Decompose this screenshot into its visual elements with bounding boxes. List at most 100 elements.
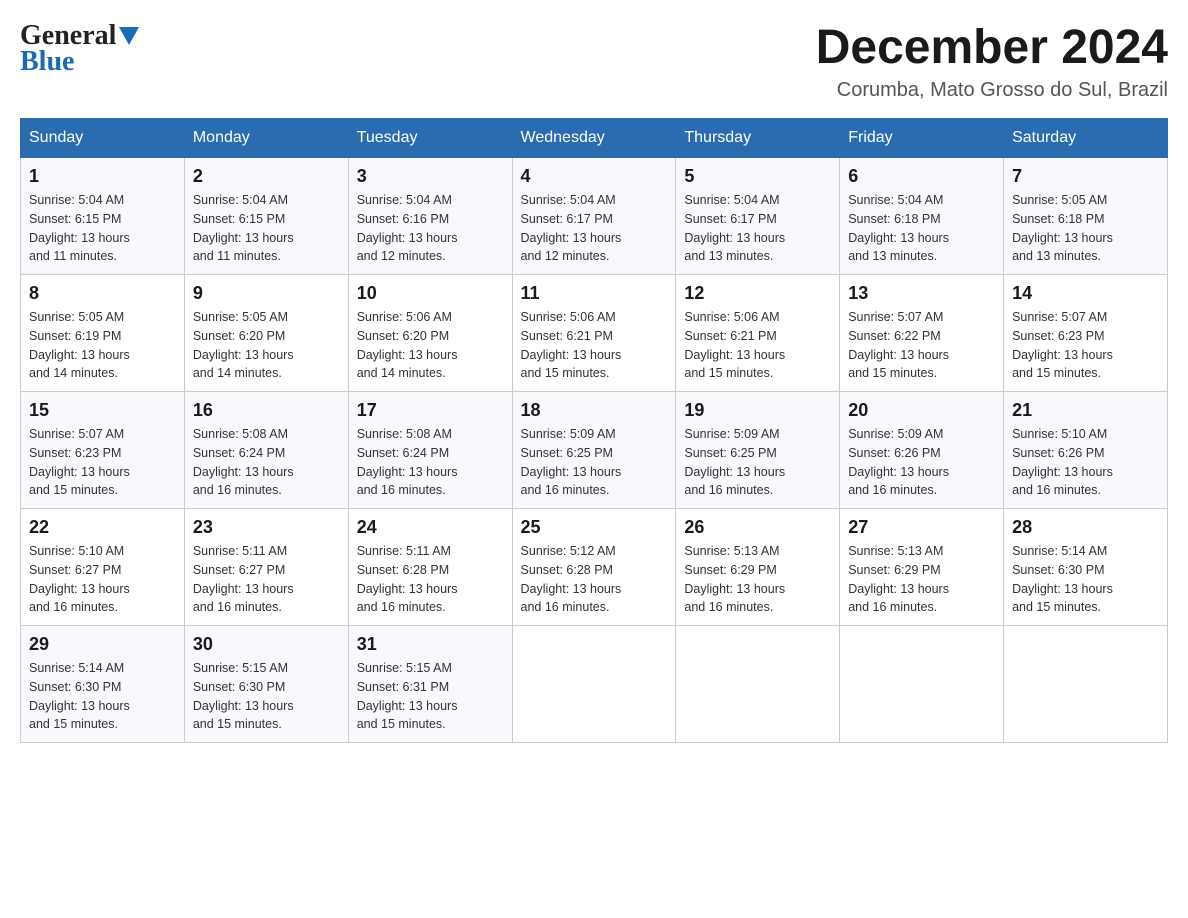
day-number: 12 bbox=[684, 283, 831, 304]
table-row: 14 Sunrise: 5:07 AMSunset: 6:23 PMDaylig… bbox=[1004, 275, 1168, 392]
day-number: 6 bbox=[848, 166, 995, 187]
day-info: Sunrise: 5:05 AMSunset: 6:19 PMDaylight:… bbox=[29, 308, 176, 383]
day-info: Sunrise: 5:05 AMSunset: 6:18 PMDaylight:… bbox=[1012, 191, 1159, 266]
day-info: Sunrise: 5:09 AMSunset: 6:25 PMDaylight:… bbox=[521, 425, 668, 500]
day-info: Sunrise: 5:04 AMSunset: 6:18 PMDaylight:… bbox=[848, 191, 995, 266]
col-monday: Monday bbox=[184, 119, 348, 158]
day-number: 5 bbox=[684, 166, 831, 187]
day-info: Sunrise: 5:06 AMSunset: 6:20 PMDaylight:… bbox=[357, 308, 504, 383]
day-number: 9 bbox=[193, 283, 340, 304]
table-row bbox=[840, 626, 1004, 743]
day-info: Sunrise: 5:04 AMSunset: 6:17 PMDaylight:… bbox=[684, 191, 831, 266]
day-number: 13 bbox=[848, 283, 995, 304]
day-number: 24 bbox=[357, 517, 504, 538]
day-number: 4 bbox=[521, 166, 668, 187]
day-number: 28 bbox=[1012, 517, 1159, 538]
table-row: 31 Sunrise: 5:15 AMSunset: 6:31 PMDaylig… bbox=[348, 626, 512, 743]
calendar-week-5: 29 Sunrise: 5:14 AMSunset: 6:30 PMDaylig… bbox=[21, 626, 1168, 743]
day-info: Sunrise: 5:14 AMSunset: 6:30 PMDaylight:… bbox=[1012, 542, 1159, 617]
day-number: 19 bbox=[684, 400, 831, 421]
day-number: 22 bbox=[29, 517, 176, 538]
day-info: Sunrise: 5:07 AMSunset: 6:23 PMDaylight:… bbox=[29, 425, 176, 500]
col-saturday: Saturday bbox=[1004, 119, 1168, 158]
day-info: Sunrise: 5:08 AMSunset: 6:24 PMDaylight:… bbox=[193, 425, 340, 500]
day-info: Sunrise: 5:13 AMSunset: 6:29 PMDaylight:… bbox=[684, 542, 831, 617]
day-number: 21 bbox=[1012, 400, 1159, 421]
day-info: Sunrise: 5:12 AMSunset: 6:28 PMDaylight:… bbox=[521, 542, 668, 617]
page-header: General Blue December 2024 Corumba, Mato… bbox=[20, 20, 1168, 102]
day-info: Sunrise: 5:09 AMSunset: 6:25 PMDaylight:… bbox=[684, 425, 831, 500]
day-info: Sunrise: 5:04 AMSunset: 6:15 PMDaylight:… bbox=[29, 191, 176, 266]
day-info: Sunrise: 5:11 AMSunset: 6:28 PMDaylight:… bbox=[357, 542, 504, 617]
table-row: 20 Sunrise: 5:09 AMSunset: 6:26 PMDaylig… bbox=[840, 392, 1004, 509]
table-row: 10 Sunrise: 5:06 AMSunset: 6:20 PMDaylig… bbox=[348, 275, 512, 392]
day-number: 29 bbox=[29, 634, 176, 655]
day-info: Sunrise: 5:11 AMSunset: 6:27 PMDaylight:… bbox=[193, 542, 340, 617]
day-number: 8 bbox=[29, 283, 176, 304]
day-info: Sunrise: 5:07 AMSunset: 6:22 PMDaylight:… bbox=[848, 308, 995, 383]
day-number: 11 bbox=[521, 283, 668, 304]
col-friday: Friday bbox=[840, 119, 1004, 158]
table-row: 4 Sunrise: 5:04 AMSunset: 6:17 PMDayligh… bbox=[512, 158, 676, 275]
day-number: 7 bbox=[1012, 166, 1159, 187]
logo-blue-text: Blue bbox=[20, 46, 74, 78]
month-title: December 2024 bbox=[816, 20, 1168, 75]
day-info: Sunrise: 5:09 AMSunset: 6:26 PMDaylight:… bbox=[848, 425, 995, 500]
day-info: Sunrise: 5:07 AMSunset: 6:23 PMDaylight:… bbox=[1012, 308, 1159, 383]
day-info: Sunrise: 5:14 AMSunset: 6:30 PMDaylight:… bbox=[29, 659, 176, 734]
table-row: 17 Sunrise: 5:08 AMSunset: 6:24 PMDaylig… bbox=[348, 392, 512, 509]
title-area: December 2024 Corumba, Mato Grosso do Su… bbox=[816, 20, 1168, 102]
day-number: 2 bbox=[193, 166, 340, 187]
day-number: 25 bbox=[521, 517, 668, 538]
day-number: 30 bbox=[193, 634, 340, 655]
table-row: 26 Sunrise: 5:13 AMSunset: 6:29 PMDaylig… bbox=[676, 509, 840, 626]
table-row: 13 Sunrise: 5:07 AMSunset: 6:22 PMDaylig… bbox=[840, 275, 1004, 392]
col-wednesday: Wednesday bbox=[512, 119, 676, 158]
table-row: 25 Sunrise: 5:12 AMSunset: 6:28 PMDaylig… bbox=[512, 509, 676, 626]
table-row: 8 Sunrise: 5:05 AMSunset: 6:19 PMDayligh… bbox=[21, 275, 185, 392]
day-info: Sunrise: 5:05 AMSunset: 6:20 PMDaylight:… bbox=[193, 308, 340, 383]
logo-triangle-icon bbox=[119, 27, 139, 47]
table-row: 9 Sunrise: 5:05 AMSunset: 6:20 PMDayligh… bbox=[184, 275, 348, 392]
day-info: Sunrise: 5:04 AMSunset: 6:16 PMDaylight:… bbox=[357, 191, 504, 266]
day-info: Sunrise: 5:15 AMSunset: 6:31 PMDaylight:… bbox=[357, 659, 504, 734]
day-info: Sunrise: 5:13 AMSunset: 6:29 PMDaylight:… bbox=[848, 542, 995, 617]
day-number: 27 bbox=[848, 517, 995, 538]
table-row bbox=[1004, 626, 1168, 743]
table-row: 6 Sunrise: 5:04 AMSunset: 6:18 PMDayligh… bbox=[840, 158, 1004, 275]
calendar-week-2: 8 Sunrise: 5:05 AMSunset: 6:19 PMDayligh… bbox=[21, 275, 1168, 392]
day-info: Sunrise: 5:04 AMSunset: 6:15 PMDaylight:… bbox=[193, 191, 340, 266]
table-row: 30 Sunrise: 5:15 AMSunset: 6:30 PMDaylig… bbox=[184, 626, 348, 743]
table-row: 12 Sunrise: 5:06 AMSunset: 6:21 PMDaylig… bbox=[676, 275, 840, 392]
col-thursday: Thursday bbox=[676, 119, 840, 158]
table-row: 21 Sunrise: 5:10 AMSunset: 6:26 PMDaylig… bbox=[1004, 392, 1168, 509]
day-number: 26 bbox=[684, 517, 831, 538]
day-number: 17 bbox=[357, 400, 504, 421]
table-row: 5 Sunrise: 5:04 AMSunset: 6:17 PMDayligh… bbox=[676, 158, 840, 275]
logo: General Blue bbox=[20, 20, 139, 78]
day-number: 10 bbox=[357, 283, 504, 304]
day-number: 31 bbox=[357, 634, 504, 655]
day-info: Sunrise: 5:15 AMSunset: 6:30 PMDaylight:… bbox=[193, 659, 340, 734]
table-row: 3 Sunrise: 5:04 AMSunset: 6:16 PMDayligh… bbox=[348, 158, 512, 275]
day-number: 3 bbox=[357, 166, 504, 187]
col-tuesday: Tuesday bbox=[348, 119, 512, 158]
table-row: 24 Sunrise: 5:11 AMSunset: 6:28 PMDaylig… bbox=[348, 509, 512, 626]
calendar-week-3: 15 Sunrise: 5:07 AMSunset: 6:23 PMDaylig… bbox=[21, 392, 1168, 509]
table-row: 2 Sunrise: 5:04 AMSunset: 6:15 PMDayligh… bbox=[184, 158, 348, 275]
day-info: Sunrise: 5:10 AMSunset: 6:27 PMDaylight:… bbox=[29, 542, 176, 617]
table-row: 28 Sunrise: 5:14 AMSunset: 6:30 PMDaylig… bbox=[1004, 509, 1168, 626]
day-info: Sunrise: 5:08 AMSunset: 6:24 PMDaylight:… bbox=[357, 425, 504, 500]
day-number: 14 bbox=[1012, 283, 1159, 304]
calendar-table: Sunday Monday Tuesday Wednesday Thursday… bbox=[20, 118, 1168, 743]
calendar-week-4: 22 Sunrise: 5:10 AMSunset: 6:27 PMDaylig… bbox=[21, 509, 1168, 626]
table-row: 7 Sunrise: 5:05 AMSunset: 6:18 PMDayligh… bbox=[1004, 158, 1168, 275]
table-row: 27 Sunrise: 5:13 AMSunset: 6:29 PMDaylig… bbox=[840, 509, 1004, 626]
table-row: 11 Sunrise: 5:06 AMSunset: 6:21 PMDaylig… bbox=[512, 275, 676, 392]
day-number: 23 bbox=[193, 517, 340, 538]
calendar-week-1: 1 Sunrise: 5:04 AMSunset: 6:15 PMDayligh… bbox=[21, 158, 1168, 275]
header-row: Sunday Monday Tuesday Wednesday Thursday… bbox=[21, 119, 1168, 158]
table-row: 1 Sunrise: 5:04 AMSunset: 6:15 PMDayligh… bbox=[21, 158, 185, 275]
table-row: 18 Sunrise: 5:09 AMSunset: 6:25 PMDaylig… bbox=[512, 392, 676, 509]
col-sunday: Sunday bbox=[21, 119, 185, 158]
